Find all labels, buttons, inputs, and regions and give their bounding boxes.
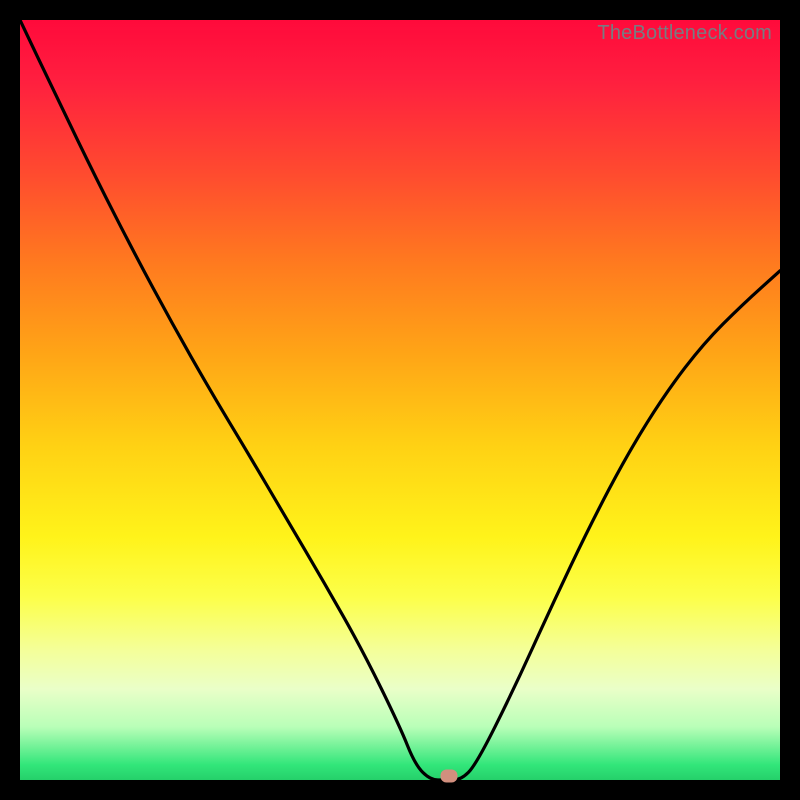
- bottleneck-curve: [20, 20, 780, 780]
- optimal-marker: [441, 770, 458, 783]
- curve-path: [20, 20, 780, 780]
- plot-area: TheBottleneck.com: [20, 20, 780, 780]
- chart-frame: TheBottleneck.com: [0, 0, 800, 800]
